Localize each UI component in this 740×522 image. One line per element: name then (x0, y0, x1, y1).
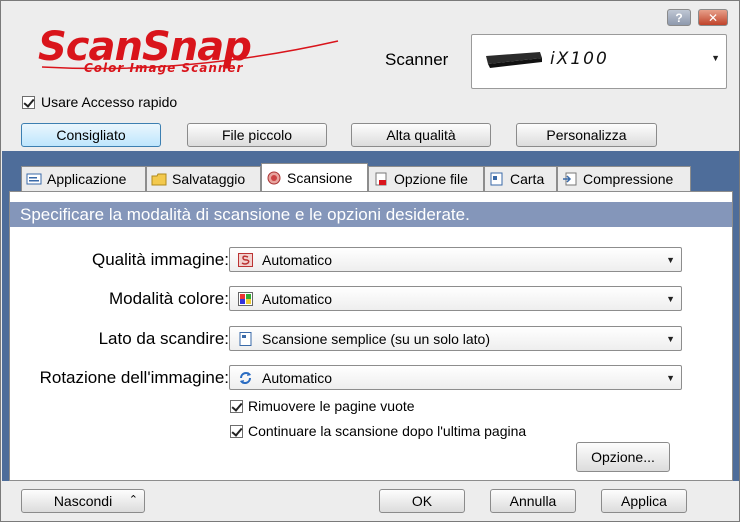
scan-side-icon (239, 332, 252, 346)
apply-button[interactable]: Applica (601, 489, 687, 513)
hide-button[interactable]: Nascondi ⌃ (21, 489, 145, 513)
quick-access-checkbox[interactable] (22, 96, 35, 109)
save-folder-icon (151, 173, 167, 186)
compression-icon (563, 172, 577, 186)
chevron-down-icon: ▼ (666, 255, 675, 265)
combo-value: Automatico (262, 369, 333, 386)
tab-scan[interactable]: Scansione (261, 163, 368, 191)
option-button[interactable]: Opzione... (576, 442, 670, 472)
ok-button[interactable]: OK (379, 489, 465, 513)
image-quality-label: Qualità immagine: (91, 250, 229, 269)
hide-button-label: Nascondi (53, 493, 113, 509)
rotation-select[interactable]: Automatico ▼ (229, 365, 682, 390)
help-button[interactable]: ? (667, 9, 691, 26)
tab-label: Salvataggio (172, 171, 246, 187)
tab-label: Applicazione (47, 171, 127, 187)
scanner-select[interactable]: iX100 ▼ (471, 34, 727, 89)
chevron-down-icon: ▼ (711, 53, 720, 63)
continue-scanning-checkbox[interactable] (230, 425, 243, 438)
scan-side-label: Lato da scandire: (98, 329, 229, 348)
chevron-down-icon: ▼ (666, 294, 675, 304)
panel-header: Specificare la modalità di scansione e l… (10, 202, 732, 227)
tab-label: Carta (510, 171, 545, 187)
bottom-bar: Nascondi ⌃ OK Annulla Applica (2, 481, 739, 521)
scanner-model: iX100 (550, 49, 609, 69)
preset-high-quality-button[interactable]: Alta qualità (351, 123, 491, 147)
scan-side-select[interactable]: Scansione semplice (su un solo lato) ▼ (229, 326, 682, 351)
scanner-label: Scanner (385, 50, 449, 69)
tab-paper[interactable]: Carta (484, 166, 557, 191)
preset-recommended-button[interactable]: Consigliato (21, 123, 161, 147)
remove-blank-pages-checkbox[interactable] (230, 400, 243, 413)
cancel-button[interactable]: Annulla (490, 489, 576, 513)
combo-value: Automatico (262, 290, 333, 307)
tab-file-option[interactable]: Opzione file (368, 166, 484, 191)
close-button[interactable]: ✕ (698, 9, 728, 26)
scan-icon (267, 171, 281, 184)
scan-settings-panel: Specificare la modalità di scansione e l… (9, 191, 733, 481)
tab-compression[interactable]: Compressione (557, 166, 691, 191)
color-mode-select[interactable]: Automatico ▼ (229, 286, 682, 311)
scanner-device-icon (486, 52, 542, 68)
application-icon (26, 173, 42, 185)
chevron-down-icon: ▼ (666, 373, 675, 383)
rotation-icon (240, 372, 251, 384)
chevron-down-icon: ▼ (666, 334, 675, 344)
color-mode-icon (238, 292, 253, 306)
remove-blank-pages-label: Rimuovere le pagine vuote (248, 398, 415, 414)
file-option-icon (375, 172, 387, 186)
chevron-up-icon: ⌃ (128, 494, 138, 506)
combo-value: Automatico (262, 251, 333, 268)
image-quality-select[interactable]: Automatico ▼ (229, 247, 682, 272)
combo-value: Scansione semplice (su un solo lato) (262, 330, 491, 347)
rotation-label: Rotazione dell'immagine: (39, 368, 229, 387)
tab-application[interactable]: Applicazione (21, 166, 146, 191)
continue-scanning-label: Continuare la scansione dopo l'ultima pa… (248, 423, 527, 439)
paper-icon (490, 172, 503, 186)
preset-small-file-button[interactable]: File piccolo (187, 123, 327, 147)
scansnap-settings-window: ? ✕ ScanSnap Color Image Scanner Scanner… (0, 0, 740, 522)
preset-custom-button[interactable]: Personalizza (516, 123, 657, 147)
color-mode-label: Modalità colore: (108, 289, 229, 308)
tab-label: Compressione (583, 171, 674, 187)
scansnap-logo: ScanSnap Color Image Scanner (38, 25, 343, 75)
tab-label: Scansione (287, 169, 353, 186)
quick-access-label: Usare Accesso rapido (41, 94, 178, 110)
quality-icon (238, 253, 253, 267)
tab-save[interactable]: Salvataggio (146, 166, 261, 191)
tab-label: Opzione file (394, 171, 468, 187)
logo-subtitle: Color Image Scanner (84, 61, 244, 75)
